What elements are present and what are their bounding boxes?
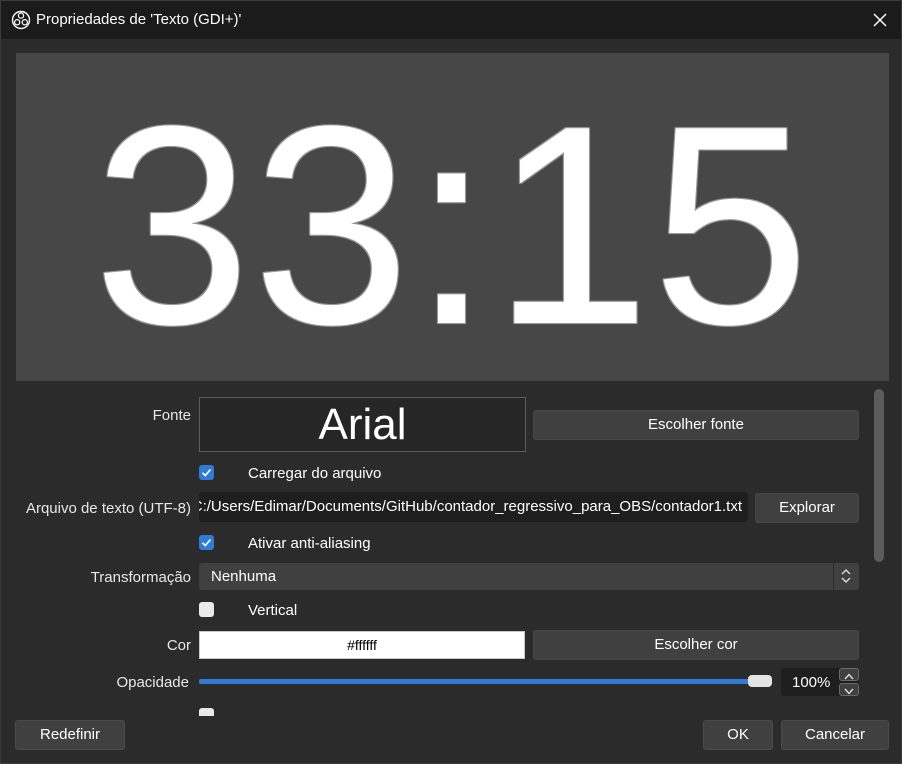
text-file-label: Arquivo de texto (UTF-8)	[25, 500, 191, 517]
vertical-label: Vertical	[248, 602, 298, 619]
scrollbar-thumb[interactable]	[874, 389, 884, 562]
chevron-up-icon	[844, 673, 854, 680]
obs-icon	[11, 10, 31, 30]
checkmark-icon	[201, 468, 212, 477]
chevron-down-icon	[844, 688, 854, 695]
opacity-slider-handle[interactable]	[748, 675, 772, 687]
font-preview: Arial	[199, 397, 526, 452]
transform-value: Nenhuma	[211, 568, 277, 585]
choose-font-button[interactable]: Escolher fonte	[533, 410, 859, 440]
opacity-spin-buttons	[839, 668, 859, 696]
preview-text: 33:15	[93, 67, 812, 381]
spin-down-button[interactable]	[839, 683, 859, 696]
window-title: Propriedades de 'Texto (GDI+)'	[36, 11, 242, 28]
opacity-slider-track[interactable]	[199, 679, 759, 684]
next-option-checkbox[interactable]	[199, 708, 214, 716]
cancel-button[interactable]: Cancelar	[781, 720, 889, 750]
opacity-value: 100%	[792, 674, 831, 691]
properties-scrollbar[interactable]	[873, 389, 885, 719]
choose-color-button[interactable]: Escolher cor	[533, 630, 859, 660]
transform-label: Transformação	[90, 569, 191, 586]
text-file-path-value: C:/Users/Edimar/Documents/GitHub/contado…	[199, 498, 742, 515]
spin-up-button[interactable]	[839, 668, 859, 681]
transform-select[interactable]: Nenhuma	[199, 563, 859, 590]
checkmark-icon	[201, 538, 212, 547]
read-from-file-checkbox[interactable]	[199, 465, 214, 480]
ok-button[interactable]: OK	[703, 720, 773, 750]
color-label: Cor	[166, 637, 191, 654]
browse-button[interactable]: Explorar	[755, 493, 859, 523]
antialiasing-label: Ativar anti-aliasing	[248, 535, 371, 552]
read-from-file-label: Carregar do arquivo	[248, 465, 382, 482]
reset-button[interactable]: Redefinir	[15, 720, 125, 750]
properties-panel: Fonte Arial Escolher fonte Carregar do a…	[16, 381, 873, 716]
source-preview: 33:15	[16, 53, 889, 381]
properties-dialog: Propriedades de 'Texto (GDI+)' 33:15 Fon…	[0, 0, 902, 764]
updown-chevron-icon	[841, 569, 851, 583]
close-icon[interactable]	[867, 7, 893, 33]
font-label: Fonte	[152, 407, 191, 424]
text-file-path-input[interactable]: C:/Users/Edimar/Documents/GitHub/contado…	[199, 492, 748, 522]
color-swatch[interactable]: #ffffff	[199, 631, 525, 659]
opacity-label: Opacidade	[116, 674, 189, 691]
antialiasing-checkbox[interactable]	[199, 535, 214, 550]
select-divider	[833, 563, 834, 590]
title-bar: Propriedades de 'Texto (GDI+)'	[1, 1, 901, 39]
vertical-checkbox[interactable]	[199, 602, 214, 617]
